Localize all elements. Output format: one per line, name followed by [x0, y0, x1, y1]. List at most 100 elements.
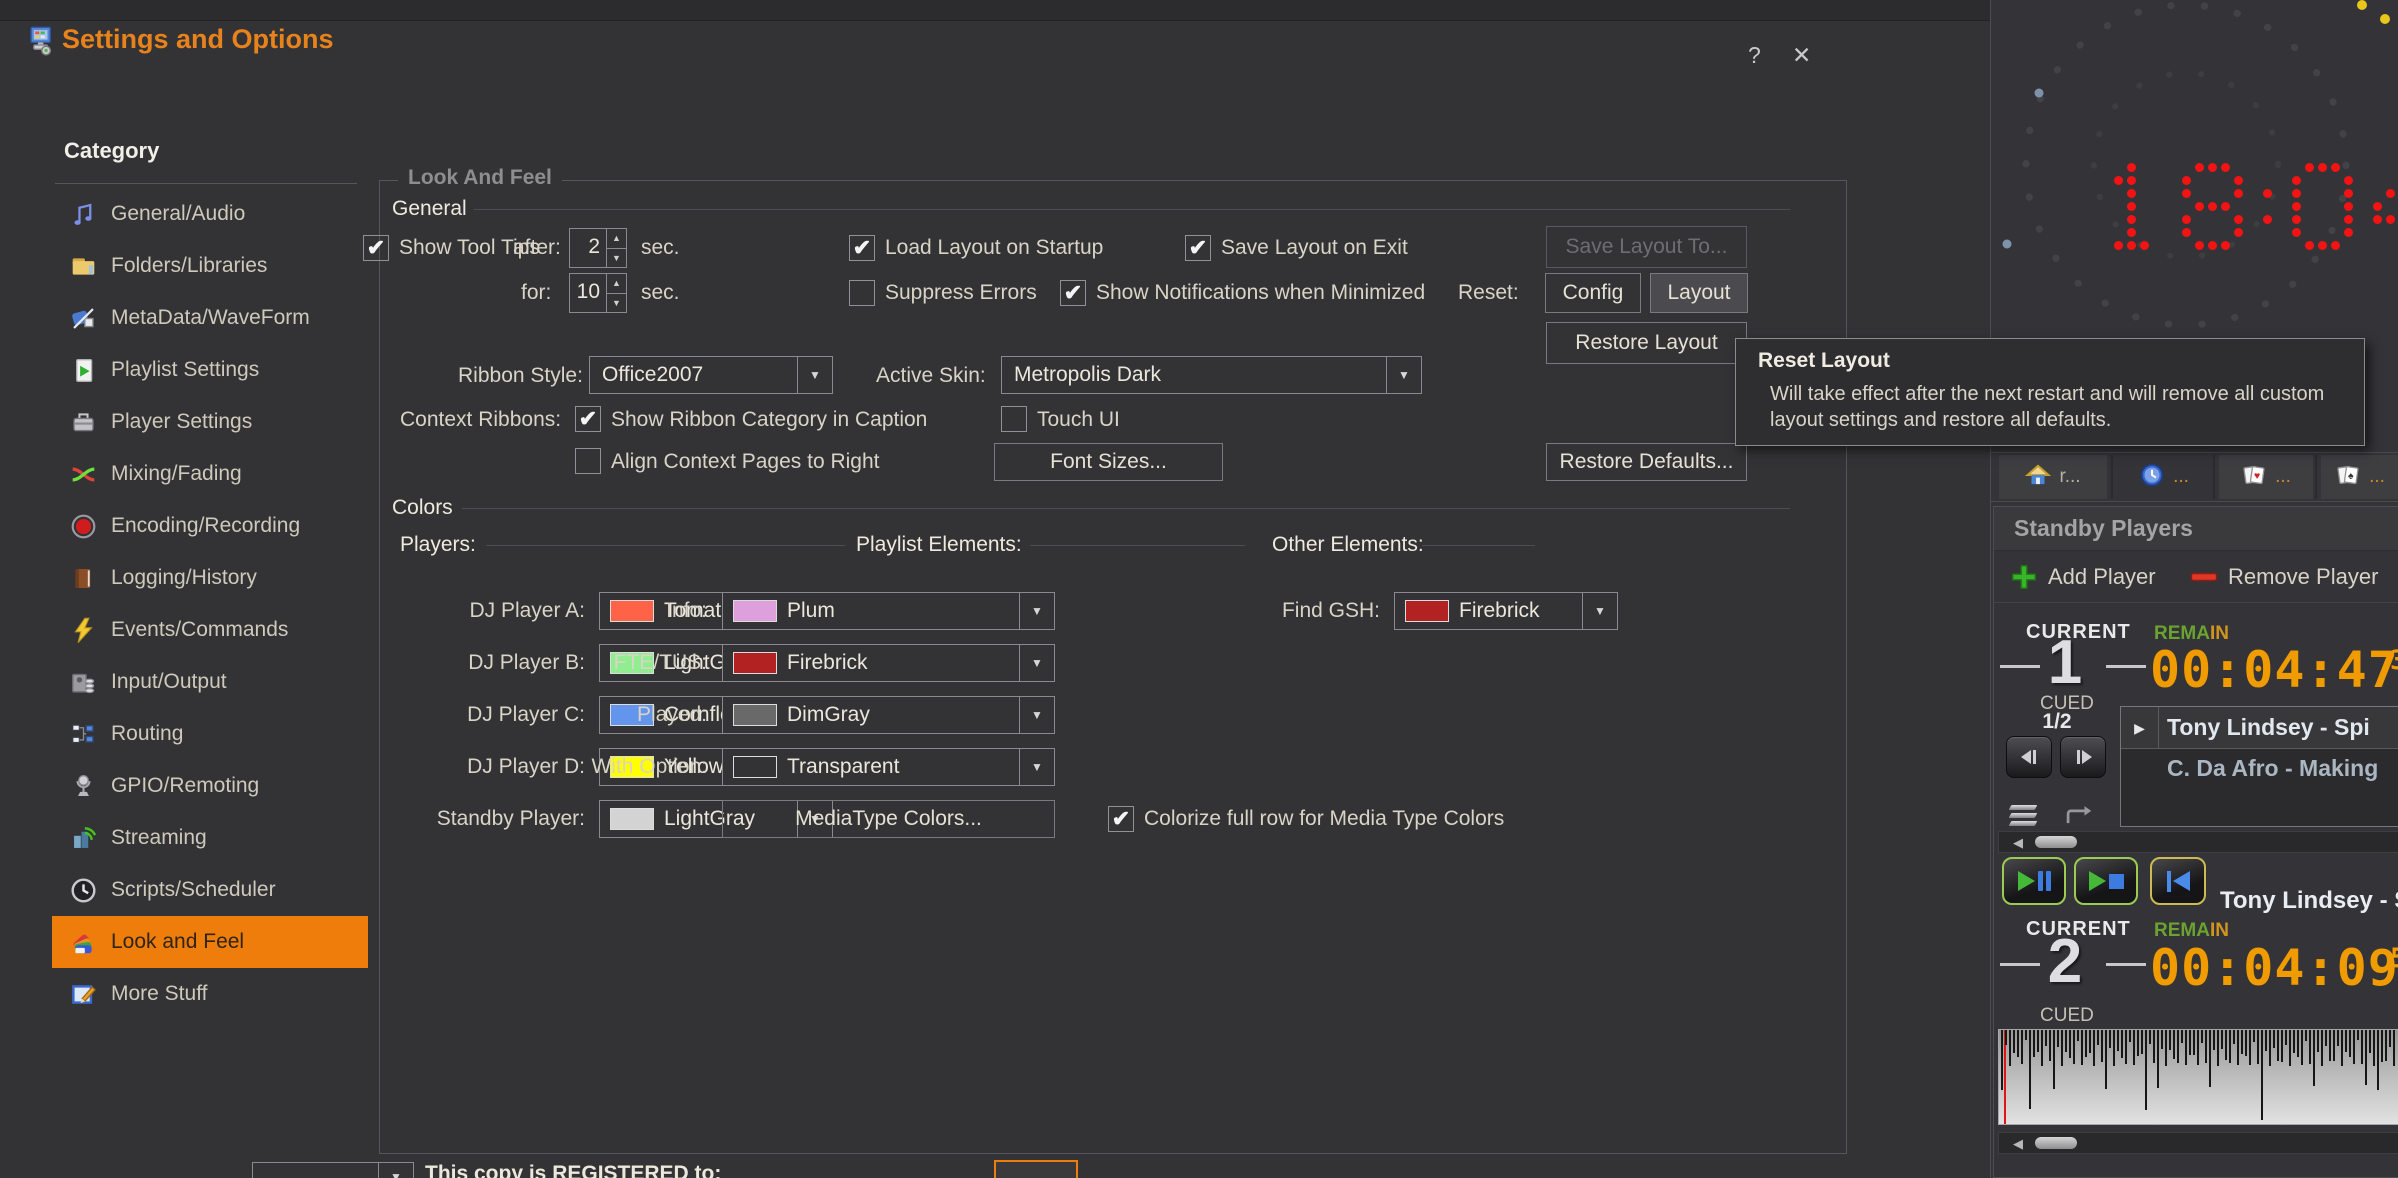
- sidebar-item-general-audio[interactable]: General/Audio: [52, 188, 368, 240]
- play-icon: [2089, 871, 2106, 891]
- restore-layout-button[interactable]: Restore Layout: [1546, 322, 1747, 364]
- scroll-left-icon[interactable]: ◀: [2013, 1136, 2023, 1152]
- active-skin-label: Active Skin:: [876, 364, 986, 388]
- remove-player-button[interactable]: Remove Player: [2228, 564, 2378, 590]
- player2-scrollbar[interactable]: ◀: [1998, 1132, 2398, 1154]
- play-pause-button[interactable]: [2002, 857, 2066, 905]
- dialog-top-strip: [0, 0, 1990, 21]
- with-option-color-combo[interactable]: Transparent ▼: [722, 748, 1055, 786]
- add-player-button[interactable]: Add Player: [2048, 564, 2156, 590]
- mediatype-colors-button[interactable]: MediaType Colors...: [722, 800, 1055, 838]
- sidebar-item-more-stuff[interactable]: More Stuff: [52, 968, 368, 1020]
- sidebar-item-logging-history[interactable]: Logging/History: [52, 552, 368, 604]
- spin-down-icon[interactable]: ▼: [607, 294, 626, 313]
- font-sizes-button[interactable]: Font Sizes...: [994, 443, 1223, 481]
- reset-layout-button[interactable]: Layout: [1650, 273, 1748, 313]
- ribbon-style-combo[interactable]: Office2007 ▼: [589, 356, 833, 394]
- sidebar-item-input-output[interactable]: Input/Output: [52, 656, 368, 708]
- load-layout-checkbox[interactable]: ✔: [849, 235, 875, 261]
- played-color-combo[interactable]: DimGray ▼: [722, 696, 1055, 734]
- sidebar-item-folders-libraries[interactable]: Folders/Libraries: [52, 240, 368, 292]
- spin-down-icon[interactable]: ▼: [607, 249, 626, 268]
- standby-players-header: Standby Players: [1994, 507, 2398, 551]
- show-tool-tips-checkbox[interactable]: ✔: [363, 235, 389, 261]
- player2-waveform[interactable]: [1998, 1029, 2398, 1125]
- player1-scrollbar[interactable]: ◀: [1998, 831, 2398, 853]
- chevron-down-icon[interactable]: ▼: [1582, 593, 1617, 629]
- scrollbar-thumb[interactable]: [2035, 1137, 2077, 1149]
- scroll-left-icon[interactable]: ◀: [2013, 835, 2023, 851]
- chevron-down-icon[interactable]: ▼: [378, 1163, 413, 1178]
- play-stop-button[interactable]: [2074, 857, 2138, 905]
- sidebar-item-metadata-waveform[interactable]: MetaData/WaveForm: [52, 292, 368, 344]
- reset-config-button[interactable]: Config: [1545, 273, 1641, 313]
- look-and-feel-legend: Look And Feel: [398, 166, 562, 190]
- add-player-icon[interactable]: [2010, 563, 2038, 596]
- ribbon-style-value: Office2007: [590, 363, 797, 387]
- spinner-buttons[interactable]: ▲▼: [606, 229, 626, 267]
- sidebar-item-events-commands[interactable]: Events/Commands: [52, 604, 368, 656]
- show-ribbon-category-checkbox[interactable]: ✔: [575, 406, 601, 432]
- footer-ok-button[interactable]: [994, 1160, 1078, 1178]
- save-layout-to-button[interactable]: Save Layout To...: [1546, 226, 1747, 268]
- chevron-down-icon[interactable]: ▼: [1019, 697, 1054, 733]
- chevron-down-icon[interactable]: ▼: [1019, 749, 1054, 785]
- fte-tus-color-combo[interactable]: Firebrick ▼: [722, 644, 1055, 682]
- next-track-button[interactable]: [2060, 736, 2106, 778]
- color-swatch: [1405, 600, 1449, 622]
- sidebar-item-mixing-fading[interactable]: Mixing/Fading: [52, 448, 368, 500]
- sidebar-item-encoding-recording[interactable]: Encoding/Recording: [52, 500, 368, 552]
- chevron-down-icon[interactable]: ▼: [797, 357, 832, 393]
- lightning-icon: [70, 617, 97, 644]
- svg-text:♥: ♥: [2254, 470, 2260, 481]
- colorize-full-row-checkbox[interactable]: ✔: [1108, 806, 1134, 832]
- help-button[interactable]: ?: [1748, 42, 1761, 69]
- close-button[interactable]: ✕: [1792, 42, 1811, 69]
- active-skin-combo[interactable]: Metropolis Dark ▼: [1001, 356, 1422, 394]
- settings-dialog: Settings and Options ? ✕ Category Genera…: [0, 0, 1991, 1178]
- remove-player-icon[interactable]: [2190, 569, 2218, 590]
- footer-combo[interactable]: ▼: [252, 1162, 414, 1178]
- touch-ui-checkbox[interactable]: [1001, 406, 1027, 432]
- sidebar-item-label: Streaming: [111, 826, 207, 850]
- layers-icon[interactable]: [2010, 805, 2036, 829]
- restore-defaults-button[interactable]: Restore Defaults...: [1546, 443, 1747, 481]
- chevron-down-icon[interactable]: ▼: [1019, 593, 1054, 629]
- led-clock: [2101, 163, 2398, 255]
- sidebar-item-streaming[interactable]: Streaming: [52, 812, 368, 864]
- info-color-combo[interactable]: Plum ▼: [722, 592, 1055, 630]
- suppress-errors-checkbox[interactable]: [849, 280, 875, 306]
- tab-clock[interactable]: ...: [2117, 455, 2211, 499]
- find-gsh-color-combo[interactable]: Firebrick ▼: [1394, 592, 1618, 630]
- spin-up-icon[interactable]: ▲: [607, 274, 626, 294]
- reset-layout-tooltip: Reset Layout Will take effect after the …: [1735, 338, 2365, 446]
- chevron-down-icon[interactable]: ▼: [1386, 357, 1421, 393]
- track-row[interactable]: ▶ Tony Lindsey - Spi: [2121, 707, 2398, 749]
- scrollbar-thumb[interactable]: [2035, 836, 2077, 848]
- streaming-icon: [70, 825, 97, 852]
- sidebar-item-player-settings[interactable]: Player Settings: [52, 396, 368, 448]
- spinner-buttons[interactable]: ▲▼: [606, 274, 626, 312]
- sidebar-item-gpio-remoting[interactable]: GPIO/Remoting: [52, 760, 368, 812]
- sidebar-item-playlist-settings[interactable]: Playlist Settings: [52, 344, 368, 396]
- track-row[interactable]: C. Da Afro - Making: [2121, 749, 2398, 789]
- save-layout-exit-checkbox[interactable]: ✔: [1185, 235, 1211, 261]
- tab-cartwall-2[interactable]: ♠ ...: [2321, 455, 2398, 499]
- align-context-pages-checkbox[interactable]: [575, 448, 601, 474]
- svg-text:♠: ♠: [2348, 470, 2354, 481]
- spin-up-icon[interactable]: ▲: [607, 229, 626, 249]
- tooltip-delay-spinner[interactable]: 2 ▲▼: [569, 228, 627, 268]
- skip-to-start-button[interactable]: [2150, 857, 2206, 905]
- pause-icon: [2038, 871, 2051, 891]
- tooltip-duration-spinner[interactable]: 10 ▲▼: [569, 273, 627, 313]
- tab-home[interactable]: r...: [1999, 455, 2107, 499]
- show-notifications-checkbox[interactable]: ✔: [1060, 280, 1086, 306]
- previous-track-button[interactable]: [2006, 736, 2052, 778]
- sidebar-item-look-and-feel[interactable]: Look and Feel: [52, 916, 368, 968]
- sidebar-item-routing[interactable]: Routing: [52, 708, 368, 760]
- loop-icon[interactable]: [2064, 803, 2094, 832]
- chevron-down-icon[interactable]: ▼: [1019, 645, 1054, 681]
- colors-section-line: [462, 508, 1790, 509]
- tab-cartwall-1[interactable]: ♥ ...: [2219, 455, 2313, 499]
- sidebar-item-scripts-scheduler[interactable]: Scripts/Scheduler: [52, 864, 368, 916]
